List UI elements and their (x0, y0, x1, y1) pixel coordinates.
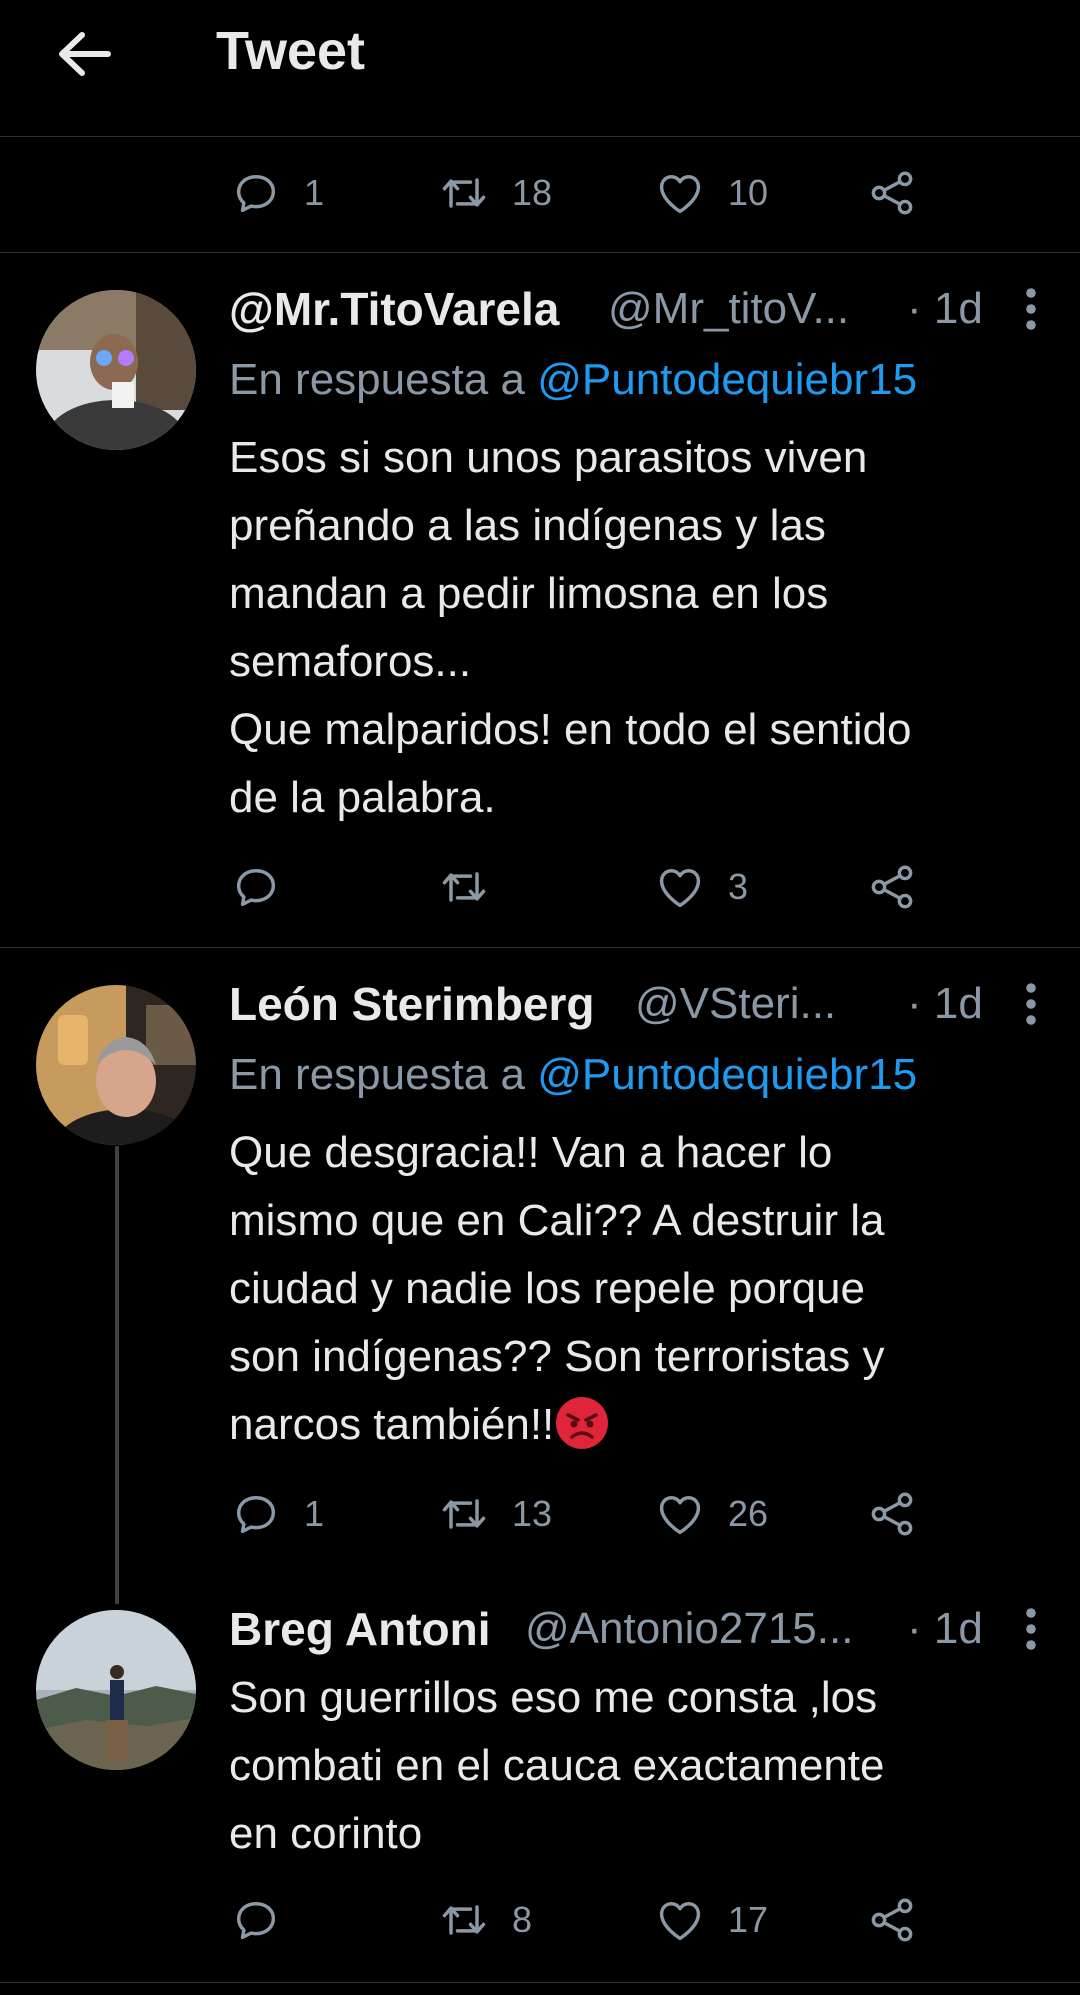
arrow-left-icon[interactable] (52, 26, 116, 82)
like-button[interactable]: 26 (654, 1484, 768, 1544)
share-button[interactable] (866, 1484, 918, 1544)
heart-icon (654, 861, 706, 913)
divider (0, 947, 1080, 948)
retweet-count: 13 (512, 1493, 553, 1534)
like-count: 3 (728, 866, 749, 907)
avatar-image (36, 290, 196, 450)
user-handle[interactable]: @VSteri... (635, 974, 836, 1034)
tweet-text: Que desgracia!! Van a hacer lo mismo que… (229, 1119, 1039, 1459)
retweet-button[interactable] (438, 857, 512, 917)
angry-face-emoji-icon (556, 1397, 609, 1449)
reply-to-mention[interactable]: @Puntodequiebr15 (537, 355, 917, 404)
tweet-text: Esos si son unos parasitos viven preñand… (229, 433, 912, 822)
reply-context: En respuesta a @Puntodequiebr15 (229, 350, 917, 410)
share-icon (866, 861, 918, 913)
reply-to-mention[interactable]: @Puntodequiebr15 (537, 1050, 917, 1099)
timestamp[interactable]: · 1d (907, 279, 983, 339)
like-count: 17 (728, 1899, 769, 1940)
reply-context: En respuesta a @Puntodequiebr15 (229, 1045, 917, 1105)
timestamp[interactable]: · 1d (907, 974, 983, 1034)
reply-button[interactable]: 1 (230, 163, 324, 223)
divider (0, 252, 1080, 253)
retweet-count: 18 (512, 172, 553, 213)
share-icon (866, 167, 918, 219)
like-count: 26 (728, 1493, 769, 1534)
user-handle[interactable]: @Antonio2715... (525, 1599, 853, 1659)
more-options-icon[interactable] (1011, 285, 1051, 333)
tweet-header: Breg Antoni @Antonio2715... · 1d (229, 1599, 1029, 1659)
avatar-image (36, 985, 196, 1145)
retweet-icon (438, 1488, 490, 1540)
tweet-header: León Sterimberg @VSteri... · 1d (229, 974, 1029, 1034)
retweet-icon (438, 167, 490, 219)
share-button[interactable] (866, 857, 918, 917)
more-options-icon[interactable] (1011, 1605, 1051, 1653)
main-tweet-actions: 1 18 10 (230, 163, 950, 223)
timestamp[interactable]: · 1d (907, 1599, 983, 1659)
display-name[interactable]: Breg Antoni (229, 1599, 491, 1659)
reply-button[interactable] (230, 1890, 304, 1950)
avatar-image (36, 1610, 196, 1770)
retweet-button[interactable]: 13 (438, 1484, 552, 1544)
retweet-button[interactable]: 8 (438, 1890, 532, 1950)
heart-icon (654, 1894, 706, 1946)
retweet-count: 8 (512, 1899, 533, 1940)
like-button[interactable]: 17 (654, 1890, 768, 1950)
reply-icon (230, 1488, 282, 1540)
retweet-icon (438, 1894, 490, 1946)
reply-icon (230, 167, 282, 219)
share-button[interactable] (866, 1890, 918, 1950)
reply-prefix: En respuesta a (229, 1050, 538, 1099)
reply-count: 1 (304, 1493, 325, 1534)
user-handle[interactable]: @Mr_titoV... (608, 279, 849, 339)
thread-connector (115, 1146, 119, 1604)
heart-icon (654, 1488, 706, 1540)
avatar[interactable] (36, 290, 196, 450)
tweet-actions: 1 13 26 (230, 1484, 950, 1544)
like-count: 10 (728, 172, 769, 213)
reply-icon (230, 861, 282, 913)
reply-icon (230, 1894, 282, 1946)
reply-button[interactable]: 1 (230, 1484, 324, 1544)
share-button[interactable] (866, 163, 918, 223)
retweet-icon (438, 861, 490, 913)
display-name[interactable]: León Sterimberg (229, 974, 595, 1034)
reply-count: 1 (304, 172, 325, 213)
share-icon (866, 1894, 918, 1946)
avatar[interactable] (36, 985, 196, 1145)
heart-icon (654, 167, 706, 219)
more-options-icon[interactable] (1011, 980, 1051, 1028)
tweet-actions: 8 17 (230, 1890, 950, 1950)
top-bar: Tweet (0, 0, 1080, 137)
share-icon (866, 1488, 918, 1540)
reply-prefix: En respuesta a (229, 355, 538, 404)
divider (0, 1982, 1080, 1983)
like-button[interactable]: 3 (654, 857, 748, 917)
retweet-button[interactable]: 18 (438, 163, 552, 223)
reply-button[interactable] (230, 857, 304, 917)
display-name[interactable]: @Mr.TitoVarela (229, 279, 559, 339)
page-title: Tweet (216, 21, 366, 81)
tweet-text: Son guerrillos eso me consta ,los combat… (229, 1673, 885, 1858)
like-button[interactable]: 10 (654, 163, 768, 223)
tweet-actions: 3 (230, 857, 950, 917)
tweet-header: @Mr.TitoVarela @Mr_titoV... · 1d (229, 279, 1029, 339)
avatar[interactable] (36, 1610, 196, 1770)
